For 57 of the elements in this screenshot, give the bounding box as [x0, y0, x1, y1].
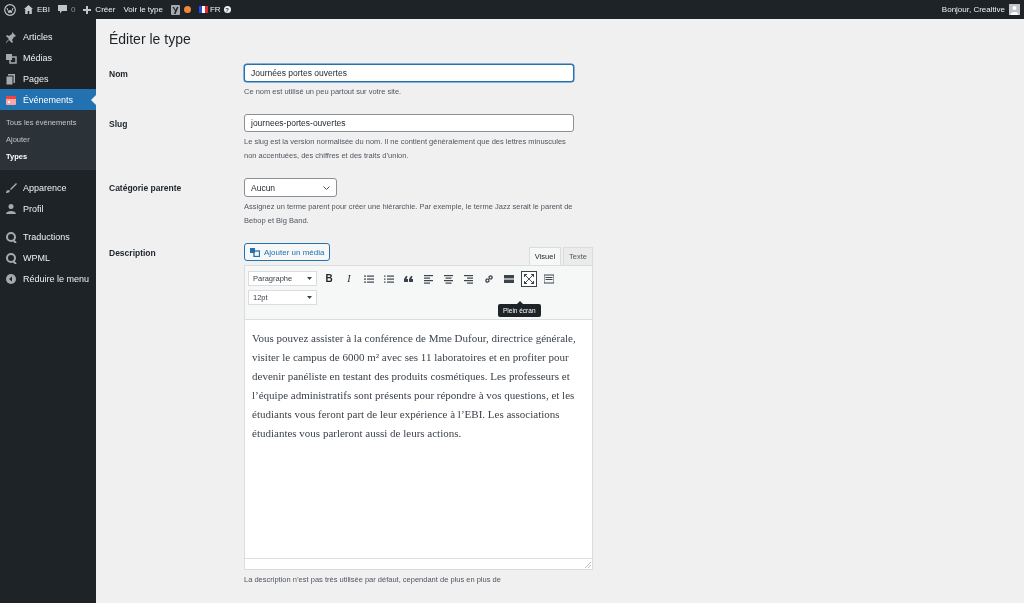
menu-item[interactable]: Apparence — [0, 177, 96, 198]
link-button-icon — [484, 273, 494, 284]
comment-bubble-icon — [57, 5, 67, 14]
read-more-button-icon — [504, 273, 514, 284]
text-field[interactable]: Journées portes ouvertes — [244, 64, 574, 82]
home-icon — [24, 5, 33, 14]
toolbar-toggle-button-icon — [544, 273, 554, 284]
resize-grip-icon — [585, 562, 591, 568]
calendar-icon — [5, 93, 17, 106]
field-label: Slug — [109, 118, 129, 131]
field-label: Description — [109, 247, 157, 260]
collapse-icon — [5, 272, 17, 285]
quote-button-icon — [404, 273, 414, 284]
menu-item[interactable]: WPML — [0, 247, 96, 268]
menu-item[interactable]: Traductions — [0, 226, 96, 247]
numbered-list-button-icon — [384, 273, 394, 284]
user-icon — [5, 202, 17, 215]
menu-item[interactable]: Événements — [0, 89, 96, 110]
editor-content[interactable]: Vous pouvez assister à la conférence de Mme Dufour, directrice générale, visiter le campus de 6000 m² avec ses 11 laboratoires et en profiter pour devenir panéliste en testant des produits cosmétiques. Les professeurs et l’équipe administratifs sont présents pour répondre à vos questions, et les étudiants vous feront part de leur expérience à l’EBI. Les associations étudiantes vous parleront aussi de leurs actions. — [245, 320, 592, 558]
logo-icon — [170, 4, 180, 15]
brush-icon — [5, 181, 17, 194]
align-right-button-icon — [464, 273, 474, 284]
avatar-icon — [1009, 4, 1020, 15]
menu-item[interactable]: Pages — [0, 68, 96, 89]
menu-item[interactable]: Profil — [0, 198, 96, 219]
greeting[interactable]: Bonjour, Crealtive — [941, 5, 1005, 14]
comment-count[interactable]: 0 — [70, 5, 76, 14]
field-label: Nom — [109, 68, 129, 81]
pin-icon — [5, 30, 17, 43]
field-label: Catégorie parente — [109, 182, 183, 195]
caret-icon — [307, 296, 312, 299]
menu-item[interactable]: Réduire le menu — [0, 268, 96, 289]
status-dot-icon — [183, 6, 191, 13]
pages-icon — [5, 72, 17, 85]
italic-button[interactable]: I — [341, 270, 357, 287]
chevron-icon — [323, 185, 330, 190]
fullscreen-button[interactable] — [521, 270, 537, 287]
align-left-button-icon — [424, 273, 434, 284]
parent-select[interactable]: Aucun — [244, 178, 337, 197]
page-title: Éditer le type — [109, 31, 192, 47]
text-field[interactable]: journees-portes-ouvertes — [244, 114, 574, 132]
bold-button[interactable]: B — [321, 270, 337, 287]
media-icon — [250, 247, 260, 257]
plus-icon — [83, 5, 92, 14]
view-link[interactable]: Voir le type — [123, 5, 163, 14]
add-media-button[interactable]: Ajouter un média — [244, 243, 331, 261]
menu-item[interactable]: Articles — [0, 26, 96, 47]
align-center-button-icon — [444, 273, 454, 284]
media-icon — [5, 51, 17, 64]
bullet-list-button-icon — [364, 273, 374, 284]
flag-icon — [198, 6, 208, 13]
new-link[interactable]: Créer — [95, 5, 116, 14]
menu-item[interactable]: Médias — [0, 47, 96, 68]
site-name-link[interactable]: EBI — [37, 5, 50, 14]
language-switcher[interactable]: FR — [209, 5, 221, 14]
fullscreen-icon — [524, 273, 534, 284]
caret-icon — [307, 277, 312, 280]
